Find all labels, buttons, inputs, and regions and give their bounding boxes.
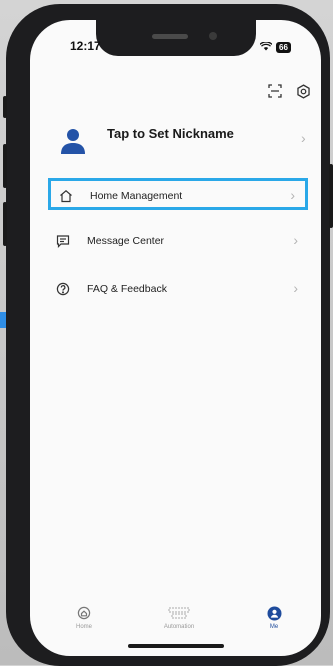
nav-label-me: Me [269,624,279,630]
nav-label-home: Home [75,624,92,630]
house-icon [59,189,75,205]
menu-item-home-management[interactable]: Home Management › [48,178,308,210]
phone-frame: 12:17 66 Tap to Set Nickname › Home Mana… [3,4,333,666]
message-icon [56,234,72,250]
volume-up-button [3,144,7,188]
wifi-icon [259,38,273,56]
nav-tab-home[interactable]: Home [49,604,119,630]
notch [96,20,256,56]
question-circle-icon [56,282,72,298]
profile-section[interactable]: Tap to Set Nickname › [30,116,321,164]
chevron-right-icon: › [293,280,298,296]
front-camera [209,32,217,40]
avatar-icon [58,126,88,156]
status-icons: 66 [259,38,291,56]
scan-icon[interactable] [266,82,284,100]
menu-item-faq-feedback[interactable]: FAQ & Feedback › [48,274,308,306]
power-button [329,164,333,228]
chevron-right-icon: › [290,187,295,203]
battery-indicator: 66 [276,41,291,53]
menu-item-label: Home Management [90,190,183,202]
home-indicator [128,644,224,648]
automation-icon [144,604,214,622]
menu-item-label: FAQ & Feedback [87,283,167,295]
status-time: 12:17 [70,39,101,53]
profile-chevron-icon: › [301,130,306,146]
menu-item-label: Message Center [87,235,165,247]
person-icon [239,604,309,622]
menu-item-message-center[interactable]: Message Center › [48,226,308,258]
app-screen: 12:17 66 Tap to Set Nickname › Home Mana… [30,20,321,656]
nickname-prompt[interactable]: Tap to Set Nickname [107,126,234,141]
speaker-grille [152,34,188,39]
volume-down-button [3,202,7,246]
settings-gear-icon[interactable] [294,82,312,100]
nav-tab-me[interactable]: Me [239,604,309,630]
action-button [3,96,7,118]
home-icon [49,604,119,622]
nav-tab-automation[interactable]: Automation [144,604,214,630]
chevron-right-icon: › [293,232,298,248]
nav-label-automation: Automation [163,624,195,630]
